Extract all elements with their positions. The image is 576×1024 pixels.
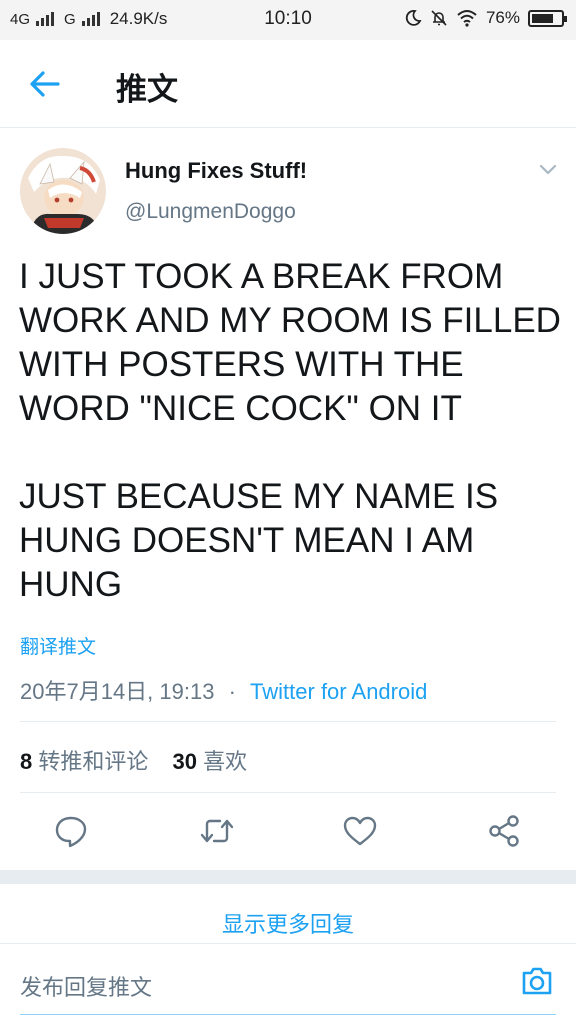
avatar-image [20,148,106,234]
section-gap [0,870,576,884]
likes-count: 30 [172,749,197,774]
battery-icon [528,9,567,27]
camera-icon[interactable] [520,964,554,998]
bell-muted-icon [431,10,447,26]
tweet-source-link[interactable]: Twitter for Android [250,679,427,704]
likes-stat[interactable]: 30 喜欢 [173,749,248,774]
divider [20,792,556,793]
tweet-text: I JUST TOOK A BREAK FROM WORK AND MY ROO… [19,257,561,604]
back-arrow-icon[interactable] [28,68,62,100]
status-right: 76% [404,8,567,28]
author-name[interactable]: Hung Fixes Stuff! [125,158,307,184]
status-bar: 4G G 24.9K/s 10:10 76% [0,0,576,40]
divider [20,721,556,722]
chevron-down-icon[interactable] [538,163,558,177]
share-icon[interactable] [486,813,522,849]
compose-underline [20,1014,556,1015]
avatar[interactable] [20,148,106,234]
reply-bubble-icon[interactable] [53,813,89,849]
tweet-stats: 8 转推和评论 30 喜欢 [20,744,247,776]
tweet-meta: 20年7月14日, 19:13 · Twitter for Android [20,674,427,706]
reply-compose-input[interactable]: 发布回复推文 [20,970,152,1002]
retweets-count: 8 [20,749,33,774]
retweet-icon[interactable] [199,813,235,849]
likes-label: 喜欢 [203,749,248,774]
wifi-icon [457,10,477,27]
retweets-label: 转推和评论 [38,749,149,774]
retweets-stat[interactable]: 8 转推和评论 [20,749,148,774]
show-more-replies-button[interactable]: 显示更多回复 [0,907,576,939]
divider [0,943,576,944]
battery-percent: 76% [485,8,520,27]
moon-icon [405,10,422,26]
meta-separator: · [228,679,236,704]
tweet-date: 20年7月14日, 19:13 [20,679,215,704]
top-app-bar: 推文 [0,40,576,128]
author-handle[interactable]: @LungmenDoggo [125,200,296,224]
translate-tweet-link[interactable]: 翻译推文 [20,632,96,659]
page-title: 推文 [116,72,178,107]
heart-icon[interactable] [342,813,378,849]
